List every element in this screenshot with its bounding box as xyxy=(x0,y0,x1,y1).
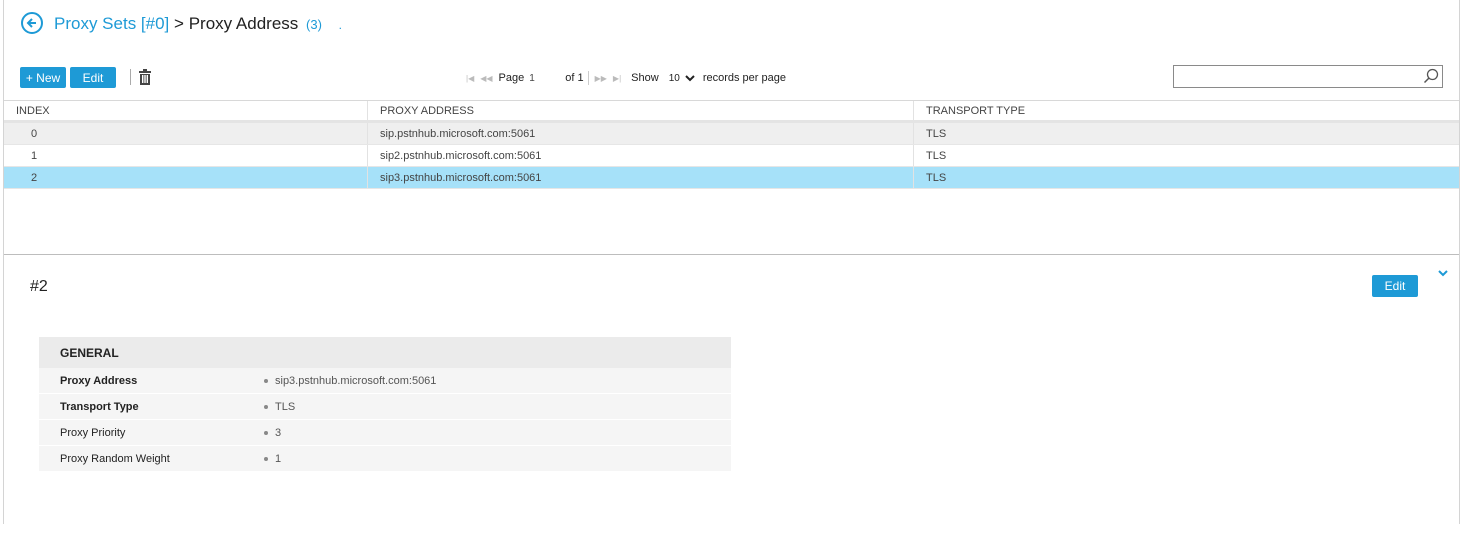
edit-button[interactable]: Edit xyxy=(70,67,116,88)
field-label-transport-type: Transport Type xyxy=(60,400,139,413)
cell-proxy-address: sip3.pstnhub.microsoft.com:5061 xyxy=(367,167,913,188)
field-value-proxy-random-weight: 1 xyxy=(275,452,282,465)
toolbar-divider xyxy=(130,69,131,85)
last-page-icon[interactable]: ▶| xyxy=(613,74,621,83)
field-value: sip3.pstnhub.microsoft.com:5061 xyxy=(264,375,436,387)
detail-title: #2 xyxy=(30,278,48,295)
records-per-page-select[interactable]: 10 xyxy=(669,73,695,84)
field-value-proxy-address: sip3.pstnhub.microsoft.com:5061 xyxy=(275,374,437,387)
field-row: Proxy Random Weight 1 xyxy=(39,446,731,472)
cell-index: 2 xyxy=(31,171,38,184)
search-input[interactable] xyxy=(1174,66,1414,87)
field-label-proxy-priority: Proxy Priority xyxy=(60,426,126,439)
record-count: (3) xyxy=(306,17,322,32)
field-value: 3 xyxy=(264,427,281,439)
records-per-page-value: 10 xyxy=(668,72,680,84)
records-per-page-label: records per page xyxy=(702,72,786,84)
page-background xyxy=(0,524,1463,553)
cell-index: 1 xyxy=(31,149,38,162)
next-page-icon[interactable]: ▶▶ xyxy=(595,74,607,83)
cell-proxy-address: sip2.pstnhub.microsoft.com:5061 xyxy=(367,145,913,166)
search-icon[interactable] xyxy=(1423,68,1439,84)
column-header-proxy-address[interactable]: PROXY ADDRESS xyxy=(367,101,913,120)
general-section-header: GENERAL xyxy=(39,337,731,368)
bullet-icon xyxy=(264,430,268,435)
prev-page-icon[interactable]: ◀◀ xyxy=(480,74,492,83)
pagination: |◀ ◀◀ Page 1 of 1 ▶▶ ▶| Show 10 records … xyxy=(466,70,786,86)
breadcrumb-separator: > xyxy=(174,14,184,33)
field-label-proxy-address: Proxy Address xyxy=(60,374,138,387)
cell-proxy-address: sip.pstnhub.microsoft.com:5061 xyxy=(367,123,913,144)
page-title: Proxy Address xyxy=(188,14,299,33)
table-row[interactable]: 1 sip2.pstnhub.microsoft.com:5061 TLS xyxy=(4,145,1459,167)
cell-transport-type: TLS xyxy=(913,167,1459,188)
cell-index: 0 xyxy=(31,127,38,140)
field-value-transport-type: TLS xyxy=(275,400,296,413)
bullet-icon xyxy=(264,404,268,409)
field-value: 1 xyxy=(264,453,281,465)
column-header-index[interactable]: INDEX xyxy=(4,101,367,120)
pager-divider xyxy=(587,71,589,85)
cell-transport-type: TLS xyxy=(913,145,1459,166)
back-button[interactable] xyxy=(21,12,43,34)
new-button[interactable]: + New xyxy=(20,67,66,88)
breadcrumb-proxy-sets-link[interactable]: Proxy Sets [#0] xyxy=(54,14,169,33)
table-row[interactable]: 0 sip.pstnhub.microsoft.com:5061 TLS xyxy=(4,123,1459,145)
page-number-input[interactable]: 1 xyxy=(529,73,557,84)
show-label: Show xyxy=(631,72,659,84)
back-arrow-icon xyxy=(26,18,36,28)
page-total: of 1 xyxy=(565,72,584,84)
bullet-icon xyxy=(264,378,268,383)
proxy-address-table: INDEX PROXY ADDRESS TRANSPORT TYPE 0 sip… xyxy=(4,100,1459,189)
search-box xyxy=(1173,65,1443,88)
field-row: Transport Type TLS xyxy=(39,394,731,420)
column-header-transport-type[interactable]: TRANSPORT TYPE xyxy=(913,101,1459,120)
detail-edit-button[interactable]: Edit xyxy=(1372,275,1418,297)
table-header: INDEX PROXY ADDRESS TRANSPORT TYPE xyxy=(4,100,1459,123)
table-row-selected[interactable]: 2 sip3.pstnhub.microsoft.com:5061 TLS xyxy=(4,167,1459,189)
field-label-proxy-random-weight: Proxy Random Weight xyxy=(60,452,170,465)
general-section: GENERAL Proxy Address sip3.pstnhub.micro… xyxy=(39,337,731,472)
page-label: Page xyxy=(498,72,525,84)
first-page-icon[interactable]: |◀ xyxy=(466,74,474,83)
cell-transport-type: TLS xyxy=(913,123,1459,144)
breadcrumb: Proxy Sets [#0] > Proxy Address (3) . xyxy=(54,14,342,34)
status-dot: . xyxy=(338,18,342,32)
collapse-chevron-icon[interactable] xyxy=(1437,268,1449,278)
chevron-down-icon xyxy=(685,75,695,82)
field-value: TLS xyxy=(264,401,295,413)
panel-divider[interactable] xyxy=(4,254,1459,255)
bullet-icon xyxy=(264,456,268,461)
field-row: Proxy Priority 3 xyxy=(39,420,731,446)
field-row: Proxy Address sip3.pstnhub.microsoft.com… xyxy=(39,368,731,394)
field-value-proxy-priority: 3 xyxy=(275,426,282,439)
trash-icon[interactable] xyxy=(138,69,152,85)
